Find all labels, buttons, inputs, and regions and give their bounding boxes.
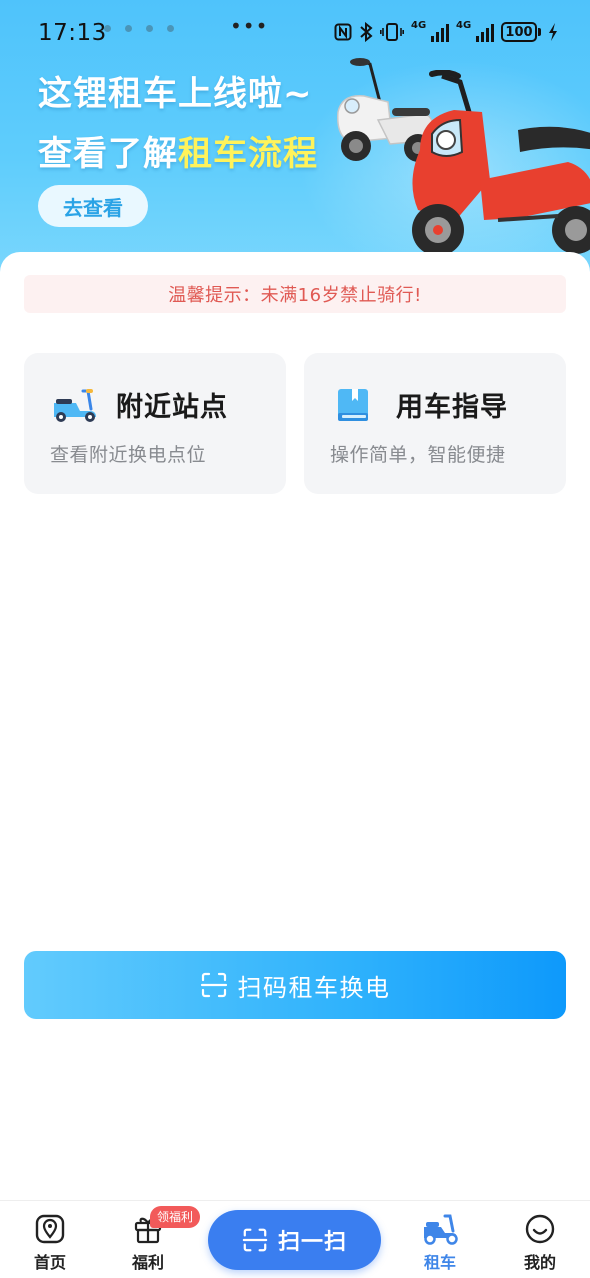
usage-guide-card[interactable]: 用车指导 操作简单，智能便捷 xyxy=(304,353,566,494)
safety-notice: 温馨提示：未满16岁禁止骑行! xyxy=(24,275,566,313)
tab-rent-label: 租车 xyxy=(423,1253,456,1272)
more-notifications-icon: ••• xyxy=(230,14,269,38)
scan-icon xyxy=(242,1228,268,1252)
welfare-badge: 领福利 xyxy=(150,1206,201,1228)
scooter-illustration-large xyxy=(412,70,590,256)
tab-home[interactable]: 首页 xyxy=(5,1201,95,1278)
nearby-stations-title: 附近站点 xyxy=(116,392,228,423)
status-bar: 17:13 ••• 4G 4G 100 xyxy=(0,0,590,64)
vibrate-icon xyxy=(380,23,404,41)
bluetooth-icon xyxy=(360,22,373,42)
smiley-icon xyxy=(525,1214,555,1244)
nfc-icon xyxy=(334,23,352,41)
tab-home-label: 首页 xyxy=(33,1253,66,1272)
battery-icon: 100 xyxy=(501,22,541,42)
signal-icon: 4G xyxy=(411,20,449,42)
scan-button[interactable]: 扫一扫 xyxy=(208,1210,381,1270)
promo-highlight: 租车流程 xyxy=(178,134,318,174)
signal-icon: 4G xyxy=(456,20,494,42)
notification-dots xyxy=(104,25,174,32)
status-icons: 4G 4G 100 xyxy=(334,20,558,42)
main-content: 温馨提示：未满16岁禁止骑行! 附近站点 查看附近换电点位 用车指导 操作简单，… xyxy=(0,252,590,1200)
battery-level: 100 xyxy=(501,22,537,42)
promo-title: 这锂租车上线啦~ xyxy=(38,74,313,114)
charging-icon xyxy=(549,23,557,41)
promo-banner[interactable]: 17:13 ••• 4G 4G 100 这锂租车上线啦~ 查看了解租车流程 去查… xyxy=(0,0,590,290)
status-time: 17:13 xyxy=(38,20,107,46)
tab-mine-label: 我的 xyxy=(523,1253,556,1272)
book-icon xyxy=(338,389,368,421)
promo-subtitle: 查看了解租车流程 xyxy=(38,134,318,174)
tab-rent[interactable]: 租车 xyxy=(395,1201,485,1278)
usage-guide-subtitle: 操作简单，智能便捷 xyxy=(330,444,506,466)
scan-rent-swap-label: 扫码租车换电 xyxy=(237,973,391,1002)
scooter-tab-icon xyxy=(424,1214,458,1245)
location-pin-icon xyxy=(35,1214,65,1244)
app-page: 17:13 ••• 4G 4G 100 这锂租车上线啦~ 查看了解租车流程 去查… xyxy=(0,0,590,1278)
scan-rent-swap-button[interactable]: 扫码租车换电 xyxy=(24,951,566,1019)
scooter-icon xyxy=(54,389,96,422)
tab-mine[interactable]: 我的 xyxy=(495,1201,585,1278)
view-process-button[interactable]: 去查看 xyxy=(38,185,148,227)
usage-guide-title: 用车指导 xyxy=(396,392,508,423)
scan-icon xyxy=(200,972,227,998)
scan-button-label: 扫一扫 xyxy=(277,1230,347,1255)
nearby-stations-subtitle: 查看附近换电点位 xyxy=(50,444,207,466)
tab-welfare-label: 福利 xyxy=(131,1253,164,1272)
nearby-stations-card[interactable]: 附近站点 查看附近换电点位 xyxy=(24,353,286,494)
